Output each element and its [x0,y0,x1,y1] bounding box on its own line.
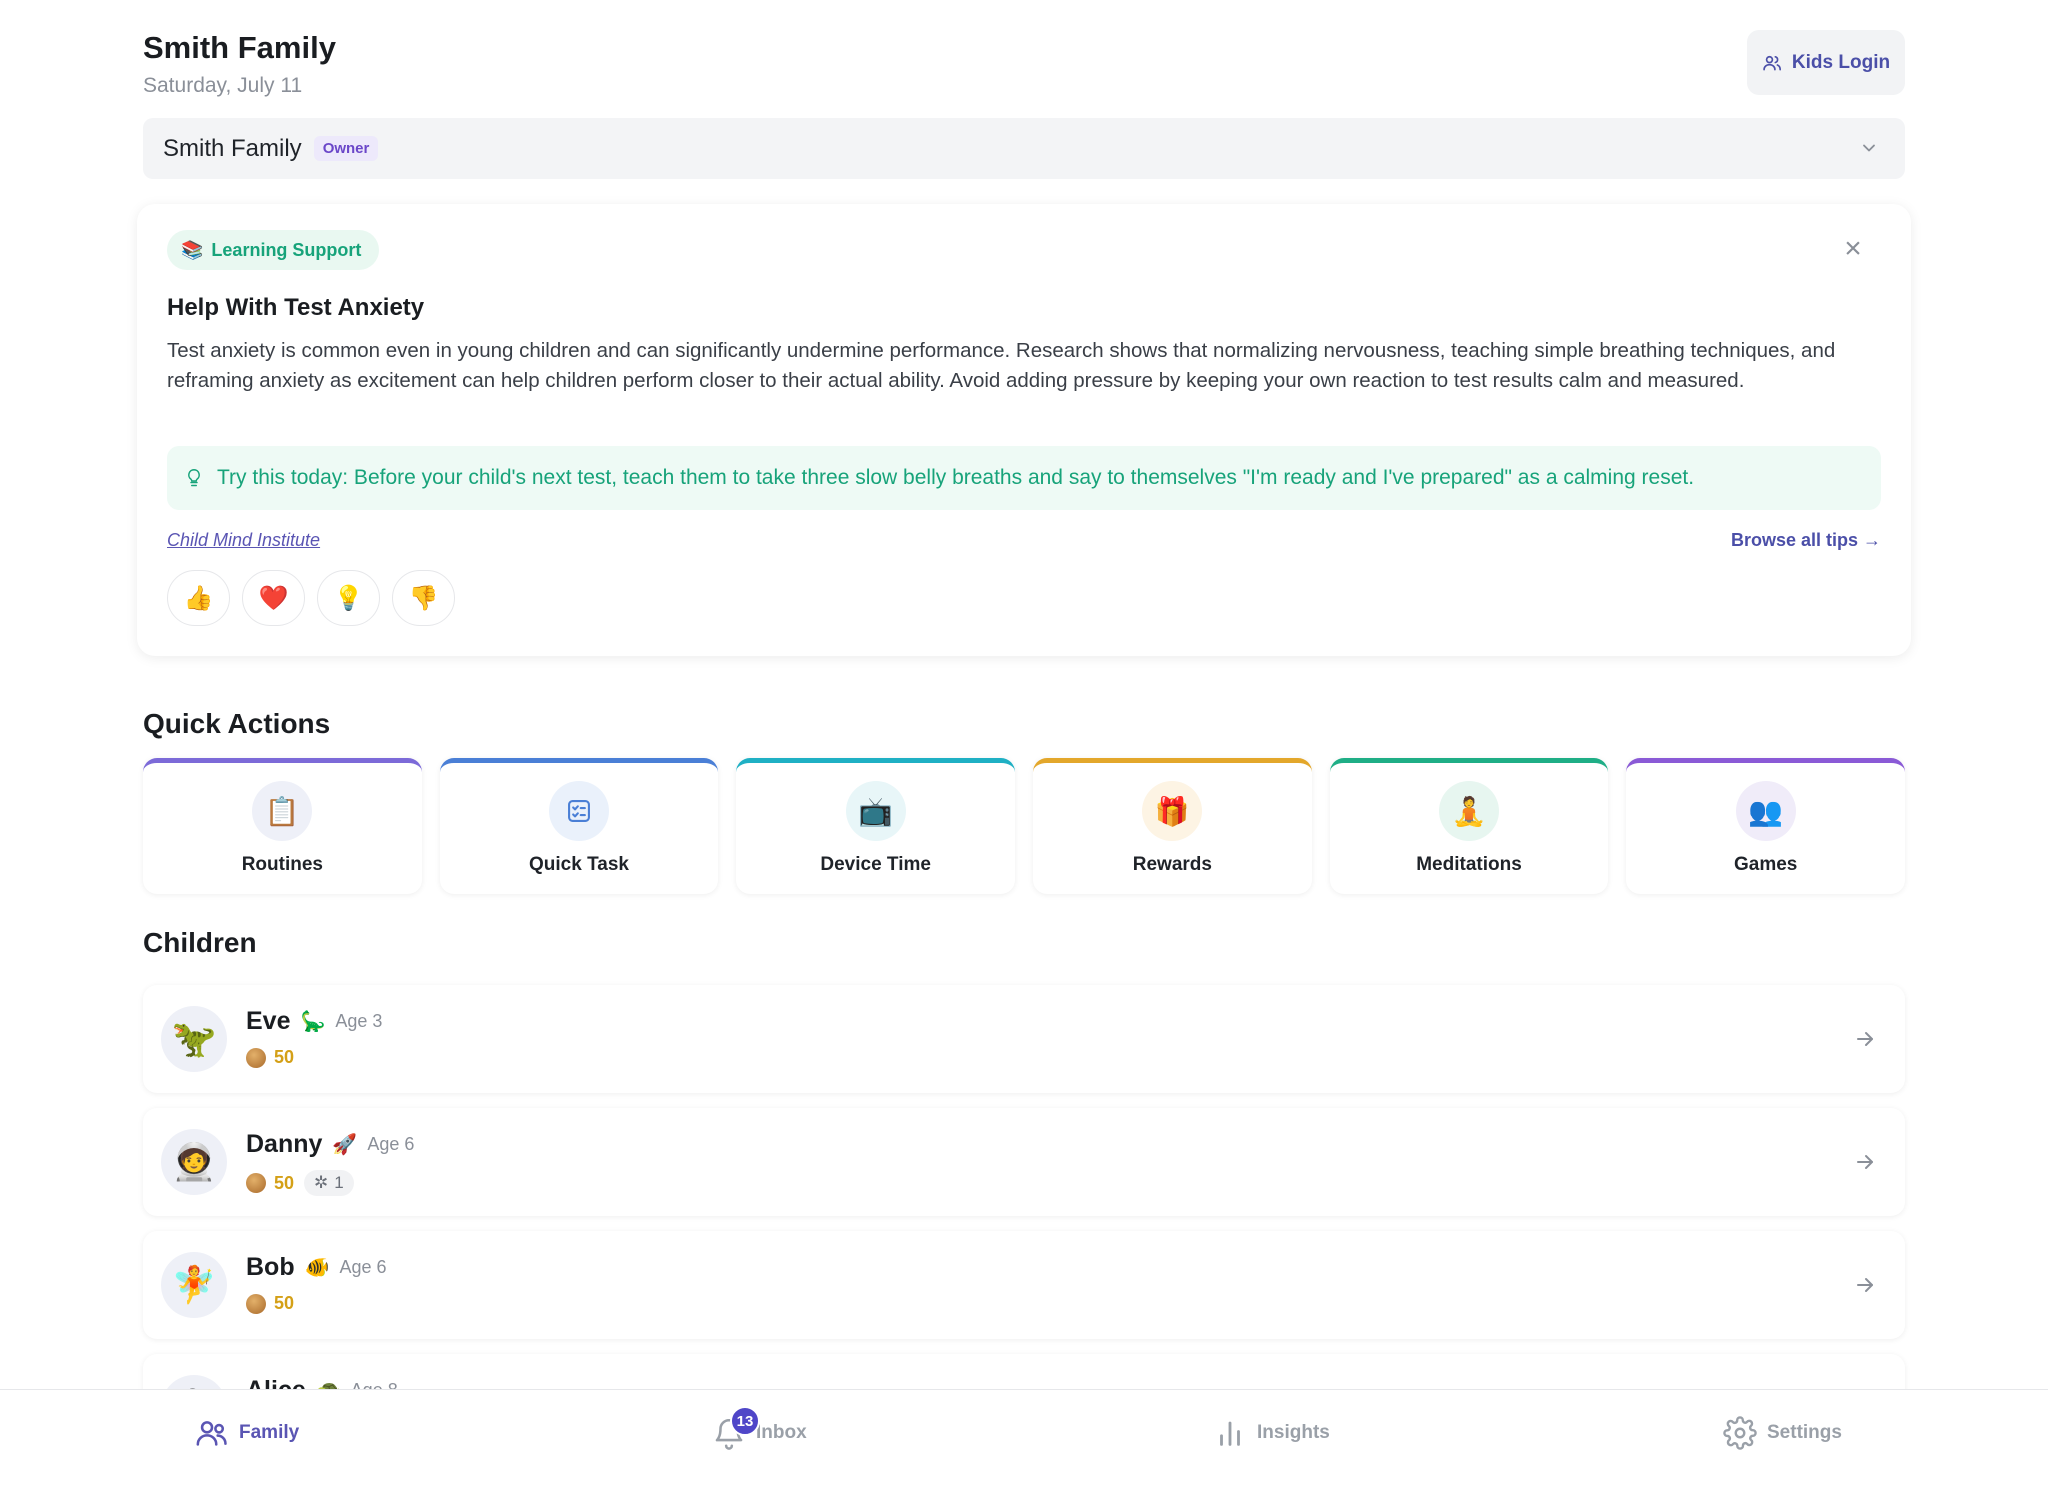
thumbs-down-reaction[interactable]: 👎 [392,570,455,626]
coin-icon [246,1047,266,1068]
bell-wrapper: 13 [712,1406,760,1450]
child-name: Eve [246,1007,291,1035]
streak-count: 1 [334,1173,344,1192]
browse-all-tips-link[interactable]: Browse all tips → [1731,530,1881,551]
tip-source-link[interactable]: Child Mind Institute [167,530,320,551]
tip-try-today: Try this today: Before your child's next… [167,446,1881,510]
coin-balance: 50 [246,1293,294,1314]
nav-settings-label: Settings [1767,1422,1842,1443]
kids-login-button[interactable]: Kids Login [1747,30,1905,95]
coin-count: 50 [274,1047,295,1067]
arrow-right-icon [1857,1155,1873,1169]
tip-try-text: Try this today: Before your child's next… [217,466,1695,489]
quick-action-rewards[interactable]: 🎁 Rewards [1033,758,1312,894]
heart-reaction[interactable]: ❤️ [242,570,305,626]
nav-settings[interactable]: Settings [1723,1416,1842,1450]
child-age: Age 6 [339,1257,387,1277]
header: Smith Family Saturday, July 11 Kids Logi… [143,0,1905,112]
tip-card: 📚 Learning Support × Help With Test Anxi… [137,204,1911,656]
coin-icon [246,1173,266,1193]
child-name-line: Bob 🐠 Age 6 [246,1253,387,1282]
coin-balance: 50 [246,1047,294,1068]
fish-icon: 🐠 [304,1257,330,1279]
quick-action-label: Rewards [1132,854,1212,875]
nav-family-label: Family [239,1422,300,1443]
meditation-icon: 🧘 [1439,781,1500,841]
coin-balance: 50 [246,1173,294,1194]
child-row-bob[interactable]: 🧚 Bob 🐠 Age 6 50 [143,1231,1905,1339]
streak-badge: ✲ 1 [304,1170,354,1196]
child-age: Age 3 [335,1011,383,1031]
tip-title: Help With Test Anxiety [167,294,425,321]
kids-login-label: Kids Login [1791,51,1891,73]
nav-insights[interactable]: Insights [1213,1416,1330,1450]
coin-count: 50 [274,1172,295,1193]
tip-category-badge: 📚 Learning Support [167,230,380,270]
tip-category-label: Learning Support [211,239,362,260]
nav-family[interactable]: Family [195,1416,299,1450]
child-name: Bob [246,1253,295,1281]
child-row-danny[interactable]: 🧑‍🚀 Danny 🚀 Age 6 50 ✲ 1 [143,1108,1905,1216]
arrow-right-icon [1857,1032,1873,1046]
child-name-line: Eve 🦕 Age 3 [246,1007,382,1036]
nav-inbox[interactable]: 13 Inbox [712,1406,807,1450]
family-icon [196,1421,227,1446]
quick-action-games[interactable]: 👥 Games [1626,758,1906,894]
child-name-line: Danny 🚀 Age 6 [246,1130,414,1159]
children-title: Children [143,927,257,958]
reaction-bar: 👍 ❤️ 💡 👎 [167,570,455,626]
child-stats: 50 [246,1293,294,1314]
coin-count: 50 [274,1293,295,1313]
tv-icon: 📺 [845,781,906,841]
sparkle-icon: ✲ [314,1173,329,1192]
gift-icon: 🎁 [1142,781,1203,841]
quick-action-label: Routines [241,854,323,875]
child-age: Age 6 [367,1134,415,1154]
thumbs-up-reaction[interactable]: 👍 [167,570,230,626]
child-row-eve[interactable]: 🦖 Eve 🦕 Age 3 50 [143,985,1905,1093]
inbox-count-badge: 13 [730,1406,760,1436]
chevron-down-icon [1863,144,1875,152]
page-date: Saturday, July 11 [143,74,303,97]
dinosaur-icon: 🦕 [300,1011,326,1033]
quick-action-meditations[interactable]: 🧘 Meditations [1329,758,1609,894]
page: Smith Family Saturday, July 11 Kids Logi… [137,0,1911,1462]
bar-chart-icon [1220,1421,1240,1446]
coin-icon [246,1293,266,1314]
books-icon: 📚 [181,239,204,260]
arrow-right-icon [1857,1278,1873,1292]
checklist-icon [549,781,609,841]
lightbulb-icon [188,469,200,487]
avatar: 🧑‍🚀 [161,1129,227,1195]
bottom-nav: Family 13 Inbox Insights Settings [0,1389,2048,1485]
users-icon [1763,55,1781,70]
tip-body: Test anxiety is common even in young chi… [167,339,1836,392]
child-name: Danny [246,1130,323,1158]
quick-action-device-time[interactable]: 📺 Device Time [736,758,1016,894]
quick-action-routines[interactable]: 📋 Routines [143,758,422,894]
child-stats: 50 ✲ 1 [246,1170,354,1196]
clipboard-icon: 📋 [252,781,313,841]
role-badge: Owner [313,136,379,161]
nav-insights-label: Insights [1257,1422,1330,1443]
avatar: 🧚 [161,1252,227,1318]
quick-action-label: Quick Task [529,854,629,875]
close-icon[interactable]: × [1841,234,1865,264]
lightbulb-reaction[interactable]: 💡 [317,570,380,626]
avatar: 🦖 [161,1006,227,1072]
quick-action-label: Device Time [820,854,931,875]
quick-actions-title: Quick Actions [143,708,331,739]
nav-inbox-label: Inbox [756,1422,807,1443]
quick-action-quick-task[interactable]: Quick Task [439,758,719,894]
quick-actions-grid: 📋 Routines Quick Task 📺 Device Time 🎁 Re… [143,758,1906,894]
family-selector[interactable]: Smith Family Owner [143,118,1905,179]
quick-action-label: Games [1734,854,1798,875]
rocket-icon: 🚀 [332,1134,358,1156]
players-icon: 👥 [1735,781,1796,841]
gear-icon [1723,1416,1757,1450]
page-title: Smith Family [143,30,336,65]
quick-action-label: Meditations [1416,854,1522,875]
child-stats: 50 [246,1047,294,1068]
family-name: Smith Family [163,134,302,162]
